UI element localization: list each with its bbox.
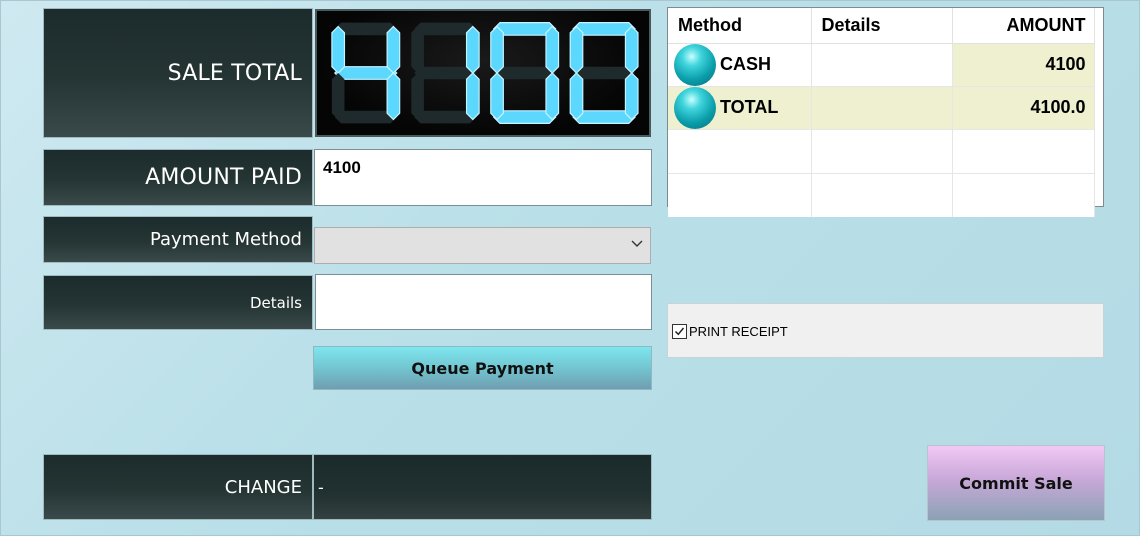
segment-c-lit [465, 72, 480, 121]
sale-total-display: 4100 [315, 9, 651, 137]
segment-e-lit [490, 72, 504, 121]
segment-b-lit [624, 25, 639, 74]
row-amount-cell[interactable]: 4100.0 [952, 86, 1095, 130]
seven-segment-digits [331, 22, 639, 124]
pos-payment-window: SALE TOTAL 4100 AMOUNT PAID 4100 Payment… [0, 0, 1140, 536]
change-value: - [318, 477, 324, 497]
sale-total-label: SALE TOTAL [43, 8, 313, 138]
column-header-amount[interactable]: AMOUNT [952, 8, 1095, 44]
segment-b-lit [545, 25, 560, 74]
grid-header-row: Method Details AMOUNT [668, 8, 1095, 44]
payment-method-label: Payment Method [43, 216, 313, 263]
amount-paid-input[interactable]: 4100 [314, 149, 652, 206]
segment-b-lit [465, 25, 480, 74]
table-row-total[interactable]: TOTAL 4100.0 [668, 86, 1095, 130]
segment-g-unlit [573, 66, 636, 80]
check-icon [674, 327, 685, 336]
teal-ball-icon [674, 43, 716, 86]
commit-sale-button-label: Commit Sale [959, 473, 1073, 493]
amount-paid-label: AMOUNT PAID [43, 149, 313, 206]
change-value-display: - [313, 454, 652, 520]
chevron-down-icon [631, 240, 643, 247]
teal-ball-icon [674, 86, 716, 129]
empty-row [668, 173, 1095, 217]
change-label: CHANGE [43, 454, 313, 520]
segment-e-lit [569, 72, 584, 121]
details-label: Details [43, 275, 313, 330]
payments-table: Method Details AMOUNT CASH 4100 TOTAL 41… [668, 8, 1095, 217]
print-receipt-label[interactable]: PRINT RECEIPT [689, 324, 788, 339]
segment-e-unlit [331, 73, 345, 120]
segment-f-lit [331, 25, 346, 74]
row-method-text: TOTAL [720, 97, 779, 117]
print-receipt-panel: PRINT RECEIPT [667, 303, 1104, 358]
amount-paid-label-text: AMOUNT PAID [145, 165, 302, 190]
amount-paid-value: 4100 [323, 158, 361, 177]
print-receipt-checkbox[interactable] [672, 324, 687, 339]
segment-g-lit [333, 66, 398, 80]
segment-e-unlit [411, 73, 424, 120]
row-details-cell[interactable] [811, 43, 953, 87]
row-amount-cell[interactable]: 4100 [952, 43, 1095, 87]
details-label-text: Details [249, 293, 302, 312]
segment-f-lit [490, 25, 504, 74]
payment-method-select[interactable] [314, 227, 651, 264]
column-header-details[interactable]: Details [811, 8, 953, 44]
row-method-text: CASH [720, 54, 772, 74]
segment-f-unlit [411, 26, 424, 73]
segment-c-lit [386, 72, 401, 121]
row-details-cell[interactable] [811, 86, 953, 130]
column-header-method[interactable]: Method [668, 8, 812, 44]
row-method-cell[interactable]: CASH [668, 43, 812, 87]
payments-grid[interactable]: Method Details AMOUNT CASH 4100 TOTAL 41… [667, 7, 1104, 217]
commit-sale-button[interactable]: Commit Sale [927, 445, 1105, 521]
details-input[interactable] [315, 274, 652, 330]
segment-c-lit [545, 72, 560, 121]
row-method-cell[interactable]: TOTAL [668, 86, 812, 130]
queue-payment-button[interactable]: Queue Payment [313, 346, 652, 390]
sale-total-label-text: SALE TOTAL [167, 60, 302, 86]
segment-c-lit [624, 72, 639, 121]
segment-f-lit [569, 25, 584, 74]
change-label-text: CHANGE [224, 476, 302, 498]
empty-row [668, 129, 1095, 174]
segment-g-unlit [414, 66, 477, 80]
queue-payment-button-label: Queue Payment [411, 358, 554, 378]
segment-g-unlit [493, 66, 556, 80]
segment-b-lit [386, 25, 401, 74]
payment-method-label-text: Payment Method [149, 229, 302, 250]
table-row[interactable]: CASH 4100 [668, 43, 1095, 87]
